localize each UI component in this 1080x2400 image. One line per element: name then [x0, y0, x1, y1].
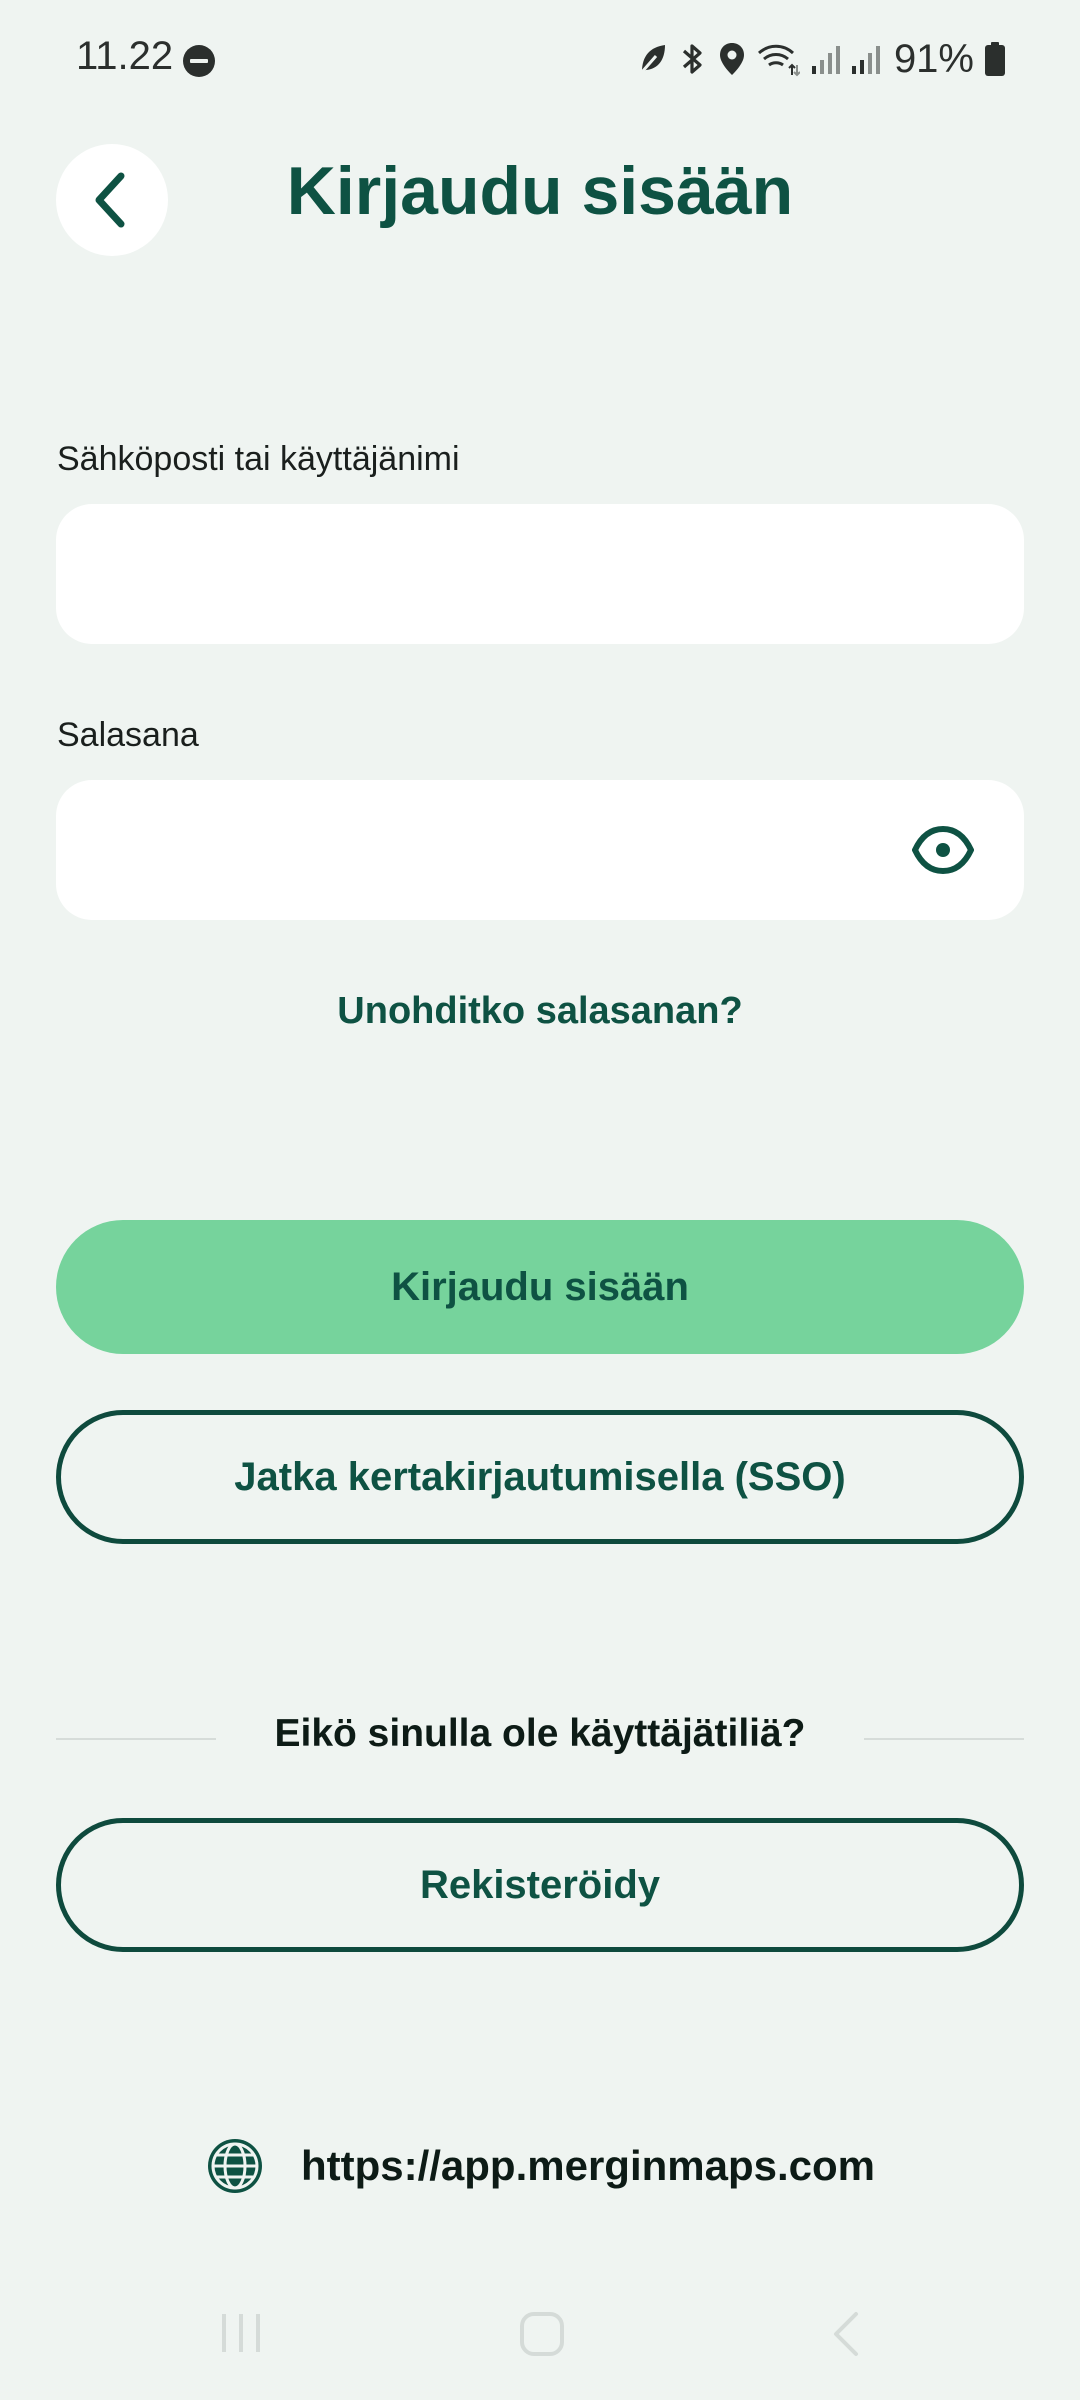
- password-input[interactable]: [56, 780, 1024, 920]
- server-selector[interactable]: https://app.merginmaps.com: [0, 2136, 1080, 2196]
- password-field-container: [56, 780, 1024, 920]
- page-title: Kirjaudu sisään: [286, 153, 794, 229]
- eye-icon[interactable]: [912, 824, 974, 876]
- login-button[interactable]: Kirjaudu sisään: [56, 1220, 1024, 1354]
- bluetooth-icon: [682, 44, 702, 74]
- recent-apps-icon[interactable]: [218, 2310, 264, 2356]
- register-button[interactable]: Rekisteröidy: [56, 1818, 1024, 1952]
- do-not-disturb-icon: [183, 45, 215, 77]
- home-icon[interactable]: [518, 2310, 566, 2358]
- wifi-icon: [757, 44, 800, 77]
- no-account-text: Eikö sinulla ole käyttäjätiliä?: [274, 1712, 806, 1755]
- status-time: 11.22: [76, 34, 174, 78]
- battery-percentage: 91%: [893, 36, 974, 81]
- username-label: Sähköposti tai käyttäjänimi: [57, 440, 460, 478]
- signal-icon: [851, 46, 880, 74]
- leaf-icon: [640, 45, 665, 73]
- password-label: Salasana: [57, 716, 199, 754]
- globe-icon: [207, 2139, 262, 2193]
- forgot-password-link[interactable]: Unohditko salasanan?: [0, 990, 1080, 1033]
- login-screen: 11.22 91% Kirjaudu sisään Sähköposti tai…: [0, 0, 1080, 2400]
- back-nav-icon[interactable]: [826, 2310, 866, 2358]
- battery-icon: [985, 42, 1005, 76]
- status-icons: 91%: [638, 34, 1006, 84]
- sso-button[interactable]: Jatka kertakirjautumisella (SSO): [56, 1410, 1024, 1544]
- username-input[interactable]: [56, 504, 1024, 644]
- signal-icon: [811, 46, 840, 74]
- username-field-container: [56, 504, 1024, 644]
- location-icon: [719, 43, 744, 75]
- server-url: https://app.merginmaps.com: [300, 2142, 876, 2189]
- system-navigation-bar: [0, 2300, 1080, 2370]
